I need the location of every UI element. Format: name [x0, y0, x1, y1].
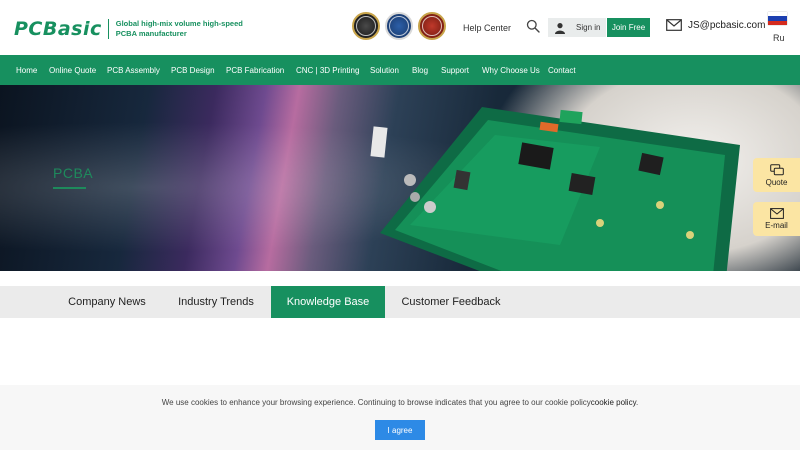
search-icon[interactable] — [526, 19, 540, 33]
help-center-link[interactable]: Help Center — [463, 23, 511, 33]
mail-icon — [769, 208, 784, 219]
site-header: PCBasic Global high-mix volume high-spee… — [0, 0, 800, 55]
hero-banner: PCBA — [0, 85, 800, 271]
main-nav: Home Online Quote PCB Assembly PCB Design PC… — [0, 55, 800, 85]
cookie-period: . — [635, 398, 639, 407]
tagline-line-2: PCBA manufacturer — [115, 29, 187, 38]
agree-button[interactable]: I agree — [375, 420, 425, 440]
cookie-policy-link[interactable]: cookie policy — [591, 398, 636, 407]
nav-item-support[interactable]: Support — [441, 66, 469, 75]
tagline: Global high-mix volume high-speed PCBA m… — [116, 19, 243, 39]
logo-wordmark: PCBasic — [14, 18, 102, 40]
tab-knowledge-base[interactable]: Knowledge Base — [271, 286, 385, 318]
hero-pcb-image — [370, 107, 740, 271]
nav-item-online-quote[interactable]: Online Quote — [49, 66, 96, 75]
cookie-text: We use cookies to enhance your browsing … — [0, 398, 800, 407]
russian-flag-icon[interactable] — [768, 12, 787, 25]
sign-in-button[interactable]: Sign in — [548, 18, 606, 37]
iso-certificate-icon — [352, 12, 380, 40]
tagline-line-1: Global high-mix volume high-speed — [115, 19, 243, 28]
nav-item-blog[interactable]: Blog — [412, 66, 428, 75]
language-selector[interactable]: Ru — [773, 33, 785, 43]
nav-item-cnc-3d-printing[interactable]: CNC | 3D Printing — [296, 66, 359, 75]
nav-item-contact[interactable]: Contact — [548, 66, 576, 75]
sign-in-label: Sign in — [576, 23, 601, 32]
cookie-banner: We use cookies to enhance your browsing … — [0, 385, 800, 450]
join-free-button[interactable]: Join Free — [607, 18, 650, 37]
nav-item-why-choose-us[interactable]: Why Choose Us — [482, 66, 540, 75]
nav-item-home[interactable]: Home — [16, 66, 37, 75]
email-float-label: E-mail — [765, 221, 788, 230]
cookie-message: We use cookies to enhance your browsing … — [161, 398, 591, 407]
chat-icon — [769, 163, 784, 175]
page: PCBasic Global high-mix volume high-spee… — [0, 0, 800, 450]
iso-9001-certificate-icon — [418, 12, 446, 40]
nav-item-pcb-assembly[interactable]: PCB Assembly — [107, 66, 160, 75]
tab-customer-feedback[interactable]: Customer Feedback — [385, 286, 517, 318]
hero-title: PCBA — [53, 165, 94, 181]
nav-list: Home Online Quote PCB Assembly PCB Design PC… — [0, 55, 800, 85]
nav-item-solution[interactable]: Solution — [370, 66, 399, 75]
tab-industry-trends[interactable]: Industry Trends — [161, 286, 271, 318]
category-tabs: Company News Industry Trends Knowledge B… — [0, 286, 800, 318]
contact-email-link[interactable]: JS@pcbasic.com — [688, 20, 765, 31]
quote-float-button[interactable]: Quote — [753, 158, 800, 192]
logo[interactable]: PCBasic Global high-mix volume high-spee… — [14, 18, 243, 40]
quote-float-label: Quote — [765, 177, 788, 187]
mail-icon — [666, 19, 682, 31]
iatf-certificate-icon — [385, 12, 413, 40]
nav-item-pcb-fabrication[interactable]: PCB Fabrication — [226, 66, 284, 75]
email-float-button[interactable]: E-mail — [753, 202, 800, 236]
hero-title-underline — [53, 187, 86, 189]
user-icon — [555, 22, 565, 34]
nav-item-pcb-design[interactable]: PCB Design — [171, 66, 215, 75]
tab-company-news[interactable]: Company News — [53, 286, 161, 318]
logo-divider — [107, 19, 109, 39]
